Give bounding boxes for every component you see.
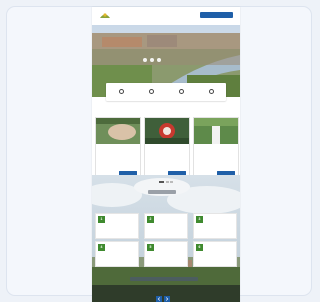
hero-dot[interactable] bbox=[143, 58, 147, 62]
news-card[interactable] bbox=[193, 117, 239, 181]
news-pagination[interactable] bbox=[159, 181, 173, 183]
quick-link-icon bbox=[118, 89, 124, 94]
tile-card[interactable]: 2 bbox=[144, 213, 188, 239]
tile-number: 1 bbox=[98, 216, 105, 223]
next-button[interactable] bbox=[164, 296, 170, 302]
tile-card[interactable]: 5 bbox=[144, 241, 188, 267]
tile-number: 2 bbox=[147, 216, 154, 223]
tile-number: 3 bbox=[196, 216, 203, 223]
quick-link[interactable] bbox=[166, 83, 196, 101]
quick-links-bar bbox=[106, 83, 226, 101]
tile-number: 5 bbox=[147, 244, 154, 251]
quick-link[interactable] bbox=[196, 83, 226, 101]
quick-link-icon bbox=[178, 89, 184, 94]
hero-dot[interactable] bbox=[157, 58, 161, 62]
quick-link-icon bbox=[208, 89, 214, 94]
tile-number: 6 bbox=[196, 244, 203, 251]
quick-link[interactable] bbox=[106, 83, 136, 101]
header-cta-button[interactable] bbox=[200, 12, 233, 18]
quick-link[interactable] bbox=[136, 83, 166, 101]
news-image bbox=[194, 118, 238, 144]
quick-link-icon bbox=[148, 89, 154, 94]
news-card[interactable] bbox=[95, 117, 141, 181]
arrow-icon bbox=[157, 297, 161, 301]
news-image bbox=[145, 118, 189, 144]
tile-card[interactable]: 4 bbox=[95, 241, 139, 267]
news-card[interactable] bbox=[144, 117, 190, 181]
tile-card[interactable]: 6 bbox=[193, 241, 237, 267]
hero-dot[interactable] bbox=[150, 58, 154, 62]
tile-number: 4 bbox=[98, 244, 105, 251]
tile-card[interactable]: 1 bbox=[95, 213, 139, 239]
banner-label bbox=[130, 277, 198, 281]
section-label-pill bbox=[148, 190, 176, 194]
website-page[interactable]: 1 2 3 4 5 6 bbox=[92, 7, 240, 302]
tile-card[interactable]: 3 bbox=[193, 213, 237, 239]
arrow-icon bbox=[165, 297, 169, 301]
prev-button[interactable] bbox=[156, 296, 162, 302]
news-image bbox=[96, 118, 140, 144]
logo-icon[interactable] bbox=[99, 12, 111, 19]
